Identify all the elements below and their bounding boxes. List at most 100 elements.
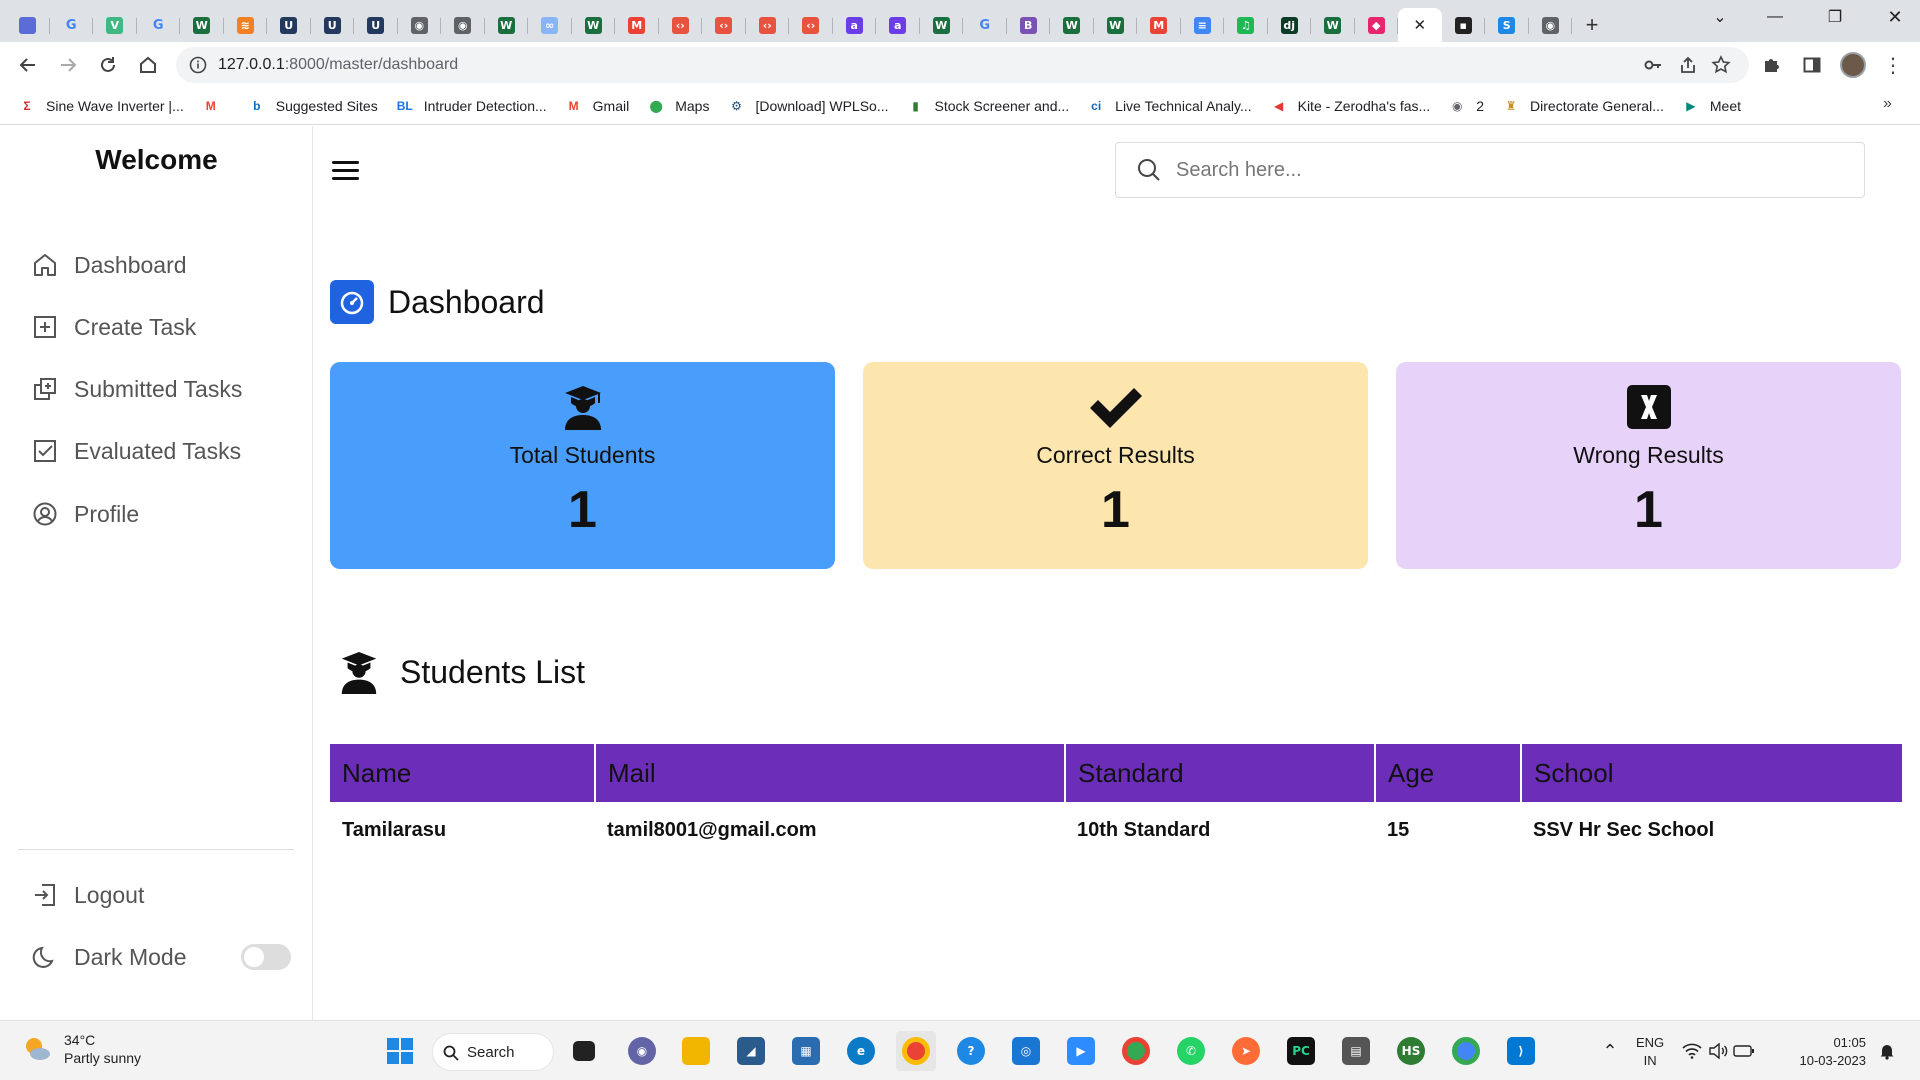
browser-tab[interactable]: S (1485, 8, 1529, 42)
clock[interactable]: 01:05 10-03-2023 (1782, 1034, 1867, 1070)
input-language[interactable]: ENG IN (1636, 1034, 1664, 1070)
omnibox[interactable]: 127.0.0.1:8000/master/dashboard (176, 47, 1749, 83)
bookmark-star-icon[interactable] (1706, 50, 1736, 80)
bookmark-item[interactable]: b Suggested Sites (248, 91, 378, 121)
restore-button[interactable]: ❐ (1805, 0, 1865, 34)
hamburger-menu-icon[interactable] (332, 155, 362, 185)
sidebar-item-evaluated-tasks[interactable]: Evaluated Tasks (32, 431, 241, 471)
bookmark-item[interactable]: ⬤ Maps (647, 91, 710, 121)
browser-tab[interactable]: W (1311, 8, 1355, 42)
browser-tab[interactable]: ▪ (1442, 8, 1486, 42)
sidebar-item-create-task[interactable]: Create Task (32, 307, 196, 347)
browser-tab[interactable]: ‹› (789, 8, 833, 42)
column-header-school[interactable]: School (1521, 744, 1902, 802)
active-tab-close-icon[interactable]: ✕ (1411, 17, 1428, 34)
bookmark-item[interactable]: ▶ Meet (1682, 91, 1741, 121)
microsoft-store-icon[interactable]: ▦ (786, 1031, 826, 1071)
dark-mode-toggle[interactable] (241, 944, 291, 970)
browser-menu-kebab-icon[interactable]: ⋮ (1878, 50, 1908, 80)
side-panel-icon[interactable] (1797, 50, 1827, 80)
column-header-mail[interactable]: Mail (595, 744, 1066, 802)
tray-chevron-up-icon[interactable]: ⌃ (1590, 1031, 1630, 1071)
browser-tab[interactable]: ‹› (702, 8, 746, 42)
browser-tab[interactable]: W (920, 8, 964, 42)
browser-tab[interactable] (6, 8, 50, 42)
browser-tab[interactable]: ◉ (1529, 8, 1573, 42)
edge-icon[interactable]: e (841, 1031, 881, 1071)
back-button[interactable] (10, 47, 46, 83)
browser-tab[interactable]: G (137, 8, 181, 42)
more-bookmarks-chevron-icon[interactable]: » (1883, 95, 1892, 113)
browser-tab[interactable]: W (1050, 8, 1094, 42)
task-view-icon[interactable] (564, 1031, 604, 1071)
mysql-workbench-icon[interactable]: ◢ (731, 1031, 771, 1071)
browser-tab[interactable]: ◆ (1355, 8, 1399, 42)
bookmark-item[interactable]: Σ Sine Wave Inverter |... (18, 91, 183, 121)
browser-tab[interactable]: U (354, 8, 398, 42)
profile-avatar[interactable] (1838, 50, 1868, 80)
url-text[interactable]: 127.0.0.1:8000/master/dashboard (218, 56, 458, 74)
browser-tab[interactable]: dj (1268, 8, 1312, 42)
bookmark-item[interactable]: ◉ 2 (1448, 91, 1484, 121)
password-key-icon[interactable] (1638, 50, 1668, 80)
browser-tab[interactable]: M (615, 8, 659, 42)
weather-widget[interactable]: 34°C Partly sunny (22, 1031, 141, 1067)
browser-tab[interactable]: ‹› (746, 8, 790, 42)
browser-tab[interactable]: W (1094, 8, 1138, 42)
bookmark-item[interactable]: ♜ Directorate General... (1502, 91, 1664, 121)
battery-icon[interactable] (1732, 1031, 1756, 1071)
bookmark-item[interactable]: ◀ Kite - Zerodha's fas... (1270, 91, 1430, 121)
browser-tab[interactable]: ≋ (224, 8, 268, 42)
zoom-icon[interactable]: ▶ (1061, 1031, 1101, 1071)
postman-icon[interactable]: ➤ (1226, 1031, 1266, 1071)
home-button[interactable] (130, 47, 166, 83)
browser-tab[interactable]: ≡ (1181, 8, 1225, 42)
minimize-button[interactable]: — (1745, 0, 1805, 34)
start-button[interactable] (380, 1031, 420, 1071)
browser-tab[interactable]: G (963, 8, 1007, 42)
browser-tab[interactable]: a (833, 8, 877, 42)
search-input[interactable] (1176, 158, 1836, 182)
browser-tab[interactable]: ◉ (398, 8, 442, 42)
browser-tab[interactable]: ∞ (528, 8, 572, 42)
site-info-icon[interactable] (189, 56, 207, 74)
browser-tab[interactable]: B (1007, 8, 1051, 42)
close-window-button[interactable]: ✕ (1865, 0, 1920, 34)
sidebar-item-submitted-tasks[interactable]: Submitted Tasks (32, 369, 242, 409)
calculator-icon[interactable]: ▤ (1336, 1031, 1376, 1071)
browser-tab[interactable]: M (1137, 8, 1181, 42)
bookmark-item[interactable]: ▮ Stock Screener and... (907, 91, 1069, 121)
chrome-profile-icon[interactable] (1116, 1031, 1156, 1071)
browser-tab[interactable]: W (485, 8, 529, 42)
notification-bell-icon[interactable] (1872, 1031, 1902, 1071)
logout-button[interactable]: Logout (32, 875, 144, 915)
extensions-puzzle-icon[interactable] (1756, 50, 1786, 80)
bookmark-item[interactable]: M (202, 91, 230, 121)
browser-tab[interactable]: W (180, 8, 224, 42)
browser-tab[interactable]: W (572, 8, 616, 42)
browser-tab[interactable]: ♫ (1224, 8, 1268, 42)
whatsapp-icon[interactable]: ✆ (1171, 1031, 1211, 1071)
wifi-icon[interactable] (1680, 1031, 1704, 1071)
browser-tab[interactable]: ◉ (441, 8, 485, 42)
browser-tab[interactable]: ✕ (1398, 8, 1442, 42)
browser-tab[interactable]: ‹› (659, 8, 703, 42)
sidebar-item-dashboard[interactable]: Dashboard (32, 245, 187, 285)
browser-tab[interactable]: a (876, 8, 920, 42)
tab-search-chevron-icon[interactable]: ⌄ (1690, 0, 1750, 34)
pycharm-icon[interactable]: PC (1281, 1031, 1321, 1071)
chrome-k-icon[interactable] (1446, 1031, 1486, 1071)
column-header-name[interactable]: Name (330, 744, 596, 802)
column-header-standard[interactable]: Standard (1065, 744, 1376, 802)
teams-chat-icon[interactable]: ◉ (622, 1031, 662, 1071)
reload-button[interactable] (90, 47, 126, 83)
hs-app-icon[interactable]: HS (1391, 1031, 1431, 1071)
browser-tab[interactable]: G (50, 8, 94, 42)
remote-app-icon[interactable]: ◎ (1006, 1031, 1046, 1071)
taskbar-search-button[interactable]: Search (432, 1033, 554, 1071)
bookmark-item[interactable]: BL Intruder Detection... (396, 91, 547, 121)
help-icon[interactable]: ? (951, 1031, 991, 1071)
bookmark-item[interactable]: M Gmail (565, 91, 630, 121)
forward-button[interactable] (50, 47, 86, 83)
sidebar-item-profile[interactable]: Profile (32, 494, 139, 534)
